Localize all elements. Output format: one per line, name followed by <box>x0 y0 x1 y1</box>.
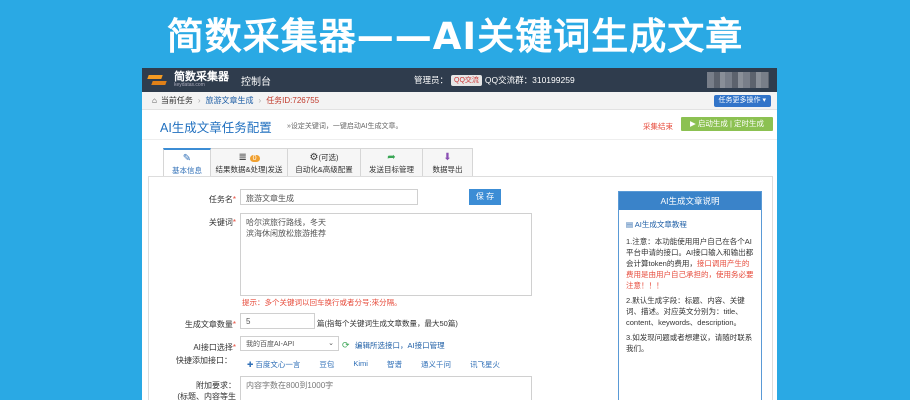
control-panel-link[interactable]: 控制台 <box>241 73 271 88</box>
ai-select-label: AI接口选择* <box>193 343 236 352</box>
user-avatar[interactable] <box>707 72 769 88</box>
tab-bar: ✎ 基本信息 ≣ 0 结果数据&处理|发送 ⚙(可选) 自动化&高级配置 ➦ 发… <box>163 148 473 177</box>
qq-group: QQ交流群：310199259 <box>484 75 575 85</box>
task-more-ops-button[interactable]: 任务更多操作 ▾ <box>713 95 771 107</box>
extra-req-label-2: (标题、内容等生 <box>177 392 236 400</box>
quick-add-xunfei[interactable]: 讯飞星火 <box>470 359 500 370</box>
admin-label: 管理员： <box>414 75 449 85</box>
quick-add-tongyi[interactable]: 通义千问 <box>421 359 451 370</box>
banner: 简数采集器——AI关键词生成文章 <box>0 0 910 66</box>
keywords-textarea[interactable]: 哈尔滨旅行路线，冬天 滨海休闲放松旅游推荐 <box>240 213 532 296</box>
quick-add-zhipu[interactable]: 智谱 <box>387 359 402 370</box>
top-bar: 简数采集器 keydatas.com 控制台 管理员： QQ交流 QQ交流群：3… <box>142 68 777 92</box>
ai-interface-links[interactable]: 编辑所选接口，AI接口管理 <box>355 340 445 351</box>
help-note-1: 1.注意：本功能使用用户自己在各个AI平台申请的接口。AI接口输入和输出都会计算… <box>626 237 754 290</box>
task-name-input[interactable]: 旅游文章生成 <box>240 189 418 205</box>
save-button[interactable]: 保 存 <box>469 189 501 205</box>
book-icon: ▤ <box>626 220 634 229</box>
tab-targets[interactable]: ➦ 发送目标管理 <box>361 148 423 177</box>
start-generate-button[interactable]: ▶ 启动生成 | 定时生成 <box>681 117 773 131</box>
article-count-input[interactable]: 5 <box>240 313 315 329</box>
quick-add-label: 快捷添加接口： <box>176 356 232 365</box>
page-header: AI生成文章任务配置 »设定关键词，一键启动AI生成文章。 采集结束 ▶ 启动生… <box>142 110 777 140</box>
quick-add-baidu[interactable]: ✚ 百度文心一言 <box>247 359 300 370</box>
tab-results[interactable]: ≣ 0 结果数据&处理|发送 <box>211 148 288 177</box>
ai-interface-select[interactable]: 我的百度AI-API ⌄ <box>240 336 339 351</box>
task-id: 任务ID:726755 <box>266 96 320 105</box>
help-note-2: 2.默认生成字段：标题、内容、关键词、描述。对应英文分别为：title、cont… <box>626 296 745 327</box>
download-icon: ⬇ <box>443 152 452 163</box>
qq-badge-icon[interactable]: QQ交流 <box>451 74 482 86</box>
task-name-label: 任务名* <box>208 195 236 204</box>
help-sidebar: AI生成文章说明 ▤ AI生成文章教程 1.注意：本功能使用用户自己在各个AI平… <box>618 191 762 400</box>
admin-info: 管理员： QQ交流 QQ交流群：310199259 <box>414 68 575 92</box>
page-subtitle: »设定关键词，一键启动AI生成文章。 <box>287 123 403 130</box>
database-icon: ≣ 0 <box>211 152 287 164</box>
quick-add-kimi[interactable]: Kimi <box>353 359 368 370</box>
keywords-label: 关键词* <box>208 218 236 227</box>
chevron-down-icon: ⌄ <box>328 340 334 347</box>
logo-icon <box>147 73 170 87</box>
breadcrumb: ⌂ 当前任务 › 旅游文章生成 › 任务ID:726755 任务更多操作 ▾ <box>142 92 777 110</box>
home-icon[interactable]: ⌂ <box>152 96 157 105</box>
gear-icon: ⚙(可选) <box>309 152 339 163</box>
logo[interactable]: 简数采集器 keydatas.com <box>147 72 229 88</box>
tutorial-link[interactable]: ▤ AI生成文章教程 <box>626 219 754 230</box>
share-icon: ➦ <box>387 152 396 163</box>
tab-export[interactable]: ⬇ 数据导出 <box>423 148 473 177</box>
task-name-link[interactable]: 旅游文章生成 <box>206 95 254 106</box>
extra-requirements-textarea[interactable]: 内容字数在800到1000字 <box>240 376 532 400</box>
keywords-tip: 提示：多个关键词以回车换行或者分号;來分隔。 <box>242 298 402 307</box>
edit-icon: ✎ <box>182 153 192 164</box>
extra-req-label: 附加要求： <box>196 381 236 390</box>
quick-add-list: ✚ 百度文心一言 豆包 Kimi 智谱 通义千问 讯飞星火 <box>247 359 519 370</box>
banner-title: 简数采集器——AI关键词生成文章 <box>166 15 744 58</box>
quick-add-doubao[interactable]: 豆包 <box>319 359 334 370</box>
tab-basic-info[interactable]: ✎ 基本信息 <box>163 148 211 177</box>
help-title: AI生成文章说明 <box>619 192 761 210</box>
app-screenshot: 简数采集器 keydatas.com 控制台 管理员： QQ交流 QQ交流群：3… <box>142 68 777 400</box>
refresh-icon[interactable]: ⟳ <box>342 340 350 351</box>
status-stop: 采集结束 <box>643 122 673 131</box>
current-task-label: 当前任务 <box>160 96 193 105</box>
count-note: 篇(指每个关键词生成文章数量，最大50篇) <box>317 319 458 328</box>
brand-domain: keydatas.com <box>174 82 205 88</box>
tab-automation[interactable]: ⚙(可选) 自动化&高级配置 <box>288 148 361 177</box>
page-title: AI生成文章任务配置 <box>160 121 272 135</box>
result-count-badge: 0 <box>249 155 260 162</box>
help-note-3: 3.如发现问题或者想建议，请随时联系我们。 <box>626 333 753 353</box>
count-label: 生成文章数量* <box>184 320 236 329</box>
